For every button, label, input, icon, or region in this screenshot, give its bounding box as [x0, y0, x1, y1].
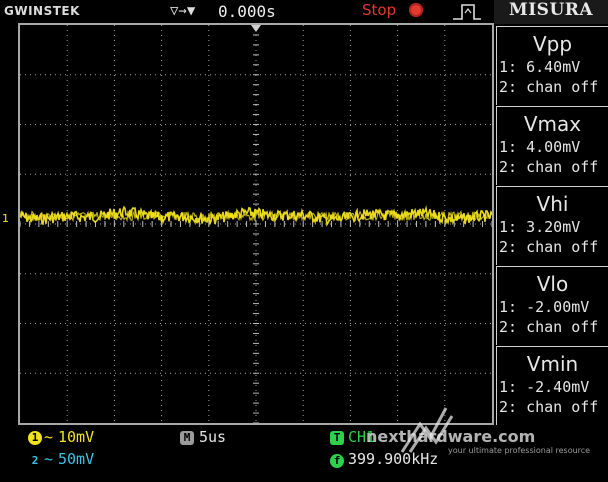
- measure-ch1-value: 1: 4.00mV: [499, 138, 581, 156]
- timebase-value[interactable]: 5us: [199, 428, 226, 446]
- measure-ch1-value: 1: -2.40mV: [499, 378, 590, 396]
- measure-name: Vhi: [536, 192, 569, 216]
- graticule: [20, 25, 492, 423]
- measure-title: MISURA: [494, 0, 608, 24]
- measure-vpp[interactable]: Vpp 1: 6.40mV 2: chan off: [496, 26, 608, 105]
- ch2-coupling-icon: ~: [44, 450, 54, 468]
- trigger-position-icon: ▽→▼: [170, 3, 196, 19]
- ch1-coupling-icon: ~: [44, 428, 54, 446]
- trigger-position-marker: [251, 25, 261, 32]
- measure-ch2-value: 2: chan off: [499, 318, 599, 336]
- ch1-scale[interactable]: 10mV: [58, 428, 94, 446]
- measure-vmin[interactable]: Vmin 1: -2.40mV 2: chan off: [496, 346, 608, 425]
- measure-ch2-value: 2: chan off: [499, 398, 599, 416]
- measure-vlo[interactable]: Vlo 1: -2.00mV 2: chan off: [496, 266, 608, 345]
- measure-panel: Vpp 1: 6.40mV 2: chan off Vmax 1: 4.00mV…: [494, 24, 608, 425]
- measure-ch2-value: 2: chan off: [499, 78, 599, 96]
- measure-ch2-value: 2: chan off: [499, 238, 599, 256]
- ch2-scale[interactable]: 50mV: [58, 450, 94, 468]
- waveform-display: [18, 23, 494, 425]
- measure-ch1-value: 1: 6.40mV: [499, 58, 581, 76]
- brand-logo: GWINSTEK: [4, 4, 80, 18]
- horizontal-position-readout: 0.000s: [218, 2, 276, 21]
- measure-vhi[interactable]: Vhi 1: 3.20mV 2: chan off: [496, 186, 608, 265]
- measure-name: Vlo: [536, 272, 569, 296]
- ch1-ground-marker: 1: [2, 212, 9, 225]
- ch1-badge: 1: [28, 431, 42, 445]
- frequency-badge: f: [330, 454, 344, 468]
- run-status-label[interactable]: Stop: [362, 1, 396, 19]
- measure-ch1-value: 1: 3.20mV: [499, 218, 581, 236]
- ch2-badge: 2: [28, 454, 42, 468]
- measure-vmax[interactable]: Vmax 1: 4.00mV 2: chan off: [496, 106, 608, 185]
- measure-ch1-value: 1: -2.00mV: [499, 298, 590, 316]
- rising-edge-icon: [453, 4, 481, 20]
- timebase-badge: M: [180, 431, 194, 445]
- watermark-text: nexthardware.com: [366, 427, 536, 446]
- watermark-subtitle: your ultimate professional resource: [448, 446, 591, 455]
- measure-name: Vpp: [532, 32, 573, 56]
- measure-name: Vmin: [526, 352, 579, 376]
- measure-name: Vmax: [523, 112, 582, 136]
- trigger-badge: T: [330, 431, 344, 445]
- stop-indicator-icon: [409, 3, 423, 17]
- measure-ch2-value: 2: chan off: [499, 158, 599, 176]
